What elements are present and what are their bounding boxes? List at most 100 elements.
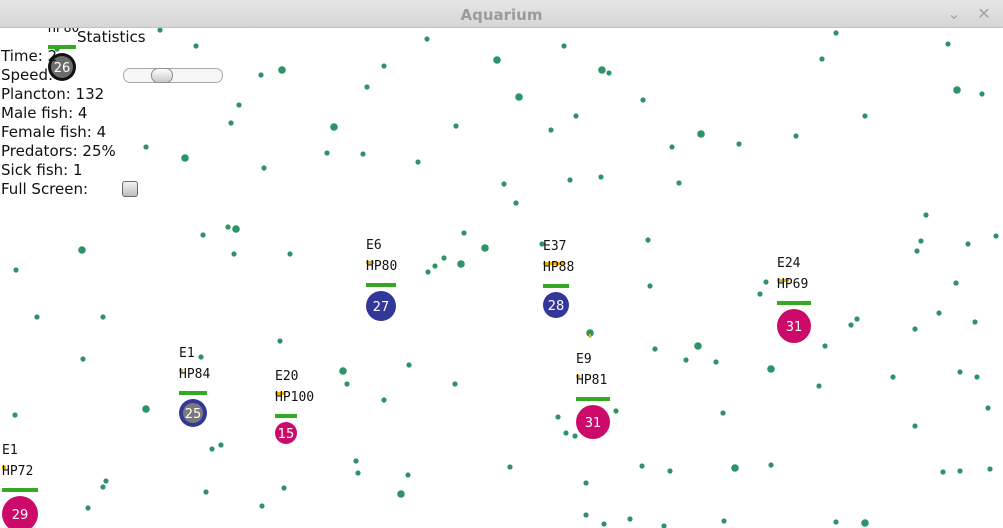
plankton-dot [561, 43, 567, 49]
plankton-dot [833, 30, 839, 36]
fish-number: 28 [548, 299, 565, 314]
plankton-dot [397, 490, 405, 498]
female-fish-stat: Female fish: 4 [1, 123, 107, 141]
fish-male: E6 HP80 27 [366, 238, 397, 321]
plankton-dot [667, 468, 673, 474]
plankton-dot [287, 251, 293, 257]
plankton-dot [822, 343, 828, 349]
fish-number: 29 [12, 508, 29, 523]
plankton-dot [364, 84, 370, 90]
plankton-dot [353, 458, 359, 464]
plankton-dot [507, 464, 513, 470]
plankton-dot [763, 279, 769, 285]
plankton-dot [567, 177, 573, 183]
hp-label: HP84 [179, 367, 210, 382]
hp-label: HP81 [576, 373, 607, 388]
hp-label: HP100 [275, 390, 314, 405]
plankton-dot [231, 251, 237, 257]
plankton-dot [640, 97, 646, 103]
plankton-dot [833, 519, 839, 525]
speed-slider-knob[interactable] [151, 68, 173, 83]
plankton-dot [453, 123, 459, 129]
fish-number: 31 [585, 416, 602, 431]
energy-label: E20 [275, 369, 298, 384]
plankton-dot [606, 70, 612, 76]
plankton-dot [598, 66, 606, 74]
hp-bar [576, 397, 610, 401]
plankton-dot [277, 338, 283, 344]
plankton-dot [861, 519, 869, 527]
plankton-dot [972, 319, 978, 325]
fish-number: 15 [278, 427, 295, 442]
plankton-dot [103, 478, 109, 484]
sick-fish-stat: Sick fish: 1 [1, 161, 83, 179]
window-titlebar: Aquarium ⌄ ✕ [0, 0, 1003, 28]
plankton-dot [965, 241, 971, 247]
plankton-dot [406, 362, 412, 368]
plankton-dot [425, 269, 431, 275]
plankton-dot [324, 150, 330, 156]
plankton-dot [12, 412, 18, 418]
plankton-dot [432, 263, 438, 269]
plankton-dot [225, 224, 231, 230]
plankton-dot [200, 232, 206, 238]
close-button[interactable]: ✕ [974, 4, 994, 24]
plankton-dot [848, 322, 854, 328]
speed-label: Speed: [1, 66, 54, 84]
plankton-dot [647, 283, 653, 289]
plankton-dot [669, 144, 675, 150]
speed-slider[interactable] [123, 68, 223, 83]
plankton-dot [441, 255, 447, 261]
plankton-dot [890, 374, 896, 380]
energy-label: E6 [366, 238, 382, 253]
plankton-dot [819, 56, 825, 62]
fish-number: 27 [373, 300, 390, 315]
plankton-dot [985, 405, 991, 411]
minimize-button[interactable]: ⌄ [944, 4, 964, 24]
plankton-dot [513, 200, 519, 206]
plankton-dot [501, 181, 507, 187]
plankton-dot [34, 314, 40, 320]
fish-number: 31 [786, 320, 803, 335]
fish-sick: E1 HP84 25 [179, 346, 210, 427]
plankton-dot [793, 133, 799, 139]
statistics-heading: Statistics [77, 28, 146, 46]
plankton-dot [676, 180, 682, 186]
plankton-dot [515, 93, 523, 101]
plankton-dot [493, 56, 501, 64]
plankton-dot [993, 233, 999, 239]
statistics-panel: Statistics Time: 2 Speed: Plancton: 132 … [0, 28, 240, 208]
fish-female: E1 HP72 29 [2, 443, 38, 528]
energy-label: E1 [2, 443, 18, 458]
plankton-dot [100, 314, 106, 320]
plankton-dot [953, 86, 961, 94]
plankton-dot [232, 225, 240, 233]
plankton-dot [694, 342, 702, 350]
window-title: Aquarium [460, 6, 543, 24]
plankton-dot [572, 433, 578, 439]
fish-female: E20 HP100 15 [275, 369, 314, 444]
plankton-dot [281, 485, 287, 491]
plankton-dot [720, 410, 726, 416]
fullscreen-label: Full Screen: [1, 180, 89, 198]
plankton-dot [278, 66, 286, 74]
fullscreen-checkbox[interactable] [122, 181, 138, 197]
plankton-dot [768, 462, 774, 468]
plankton-dot [405, 472, 411, 478]
plankton-dot [80, 356, 86, 362]
plankton-dot [573, 113, 579, 119]
plankton-dot [721, 518, 727, 524]
plankton-dot [862, 113, 868, 119]
fish-number: 25 [185, 407, 202, 422]
plankton-dot [816, 383, 822, 389]
plankton-dot [598, 174, 604, 180]
plankton-dot [639, 463, 645, 469]
plankton-dot [974, 374, 980, 380]
plankton-dot [78, 246, 86, 254]
plankton-dot [452, 381, 458, 387]
fish-male: E37 HP88 28 [543, 239, 574, 318]
predators-stat: Predators: 25% [1, 142, 116, 160]
plankton-dot [757, 291, 763, 297]
fish-female: E24 HP69 31 [777, 256, 811, 343]
plankton-dot [854, 316, 860, 322]
